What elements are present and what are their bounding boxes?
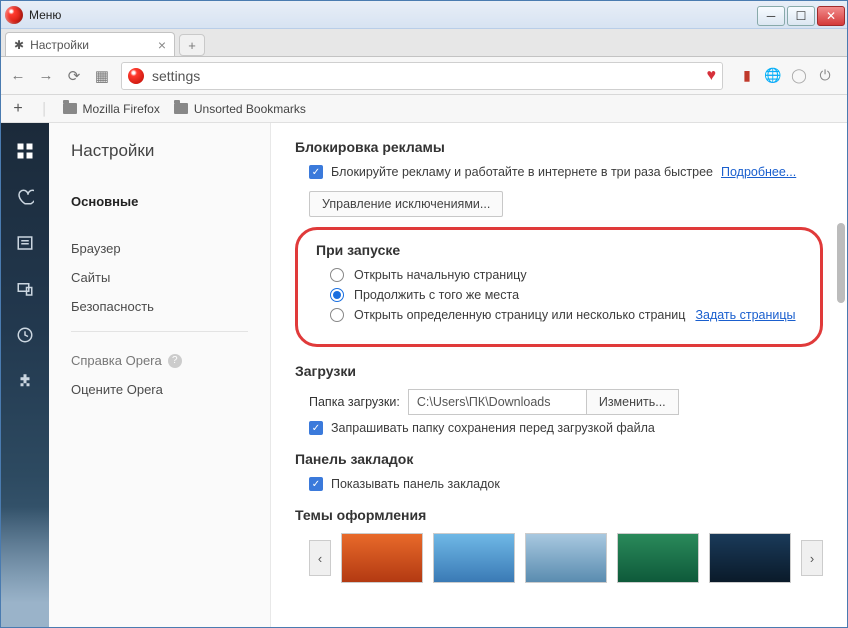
bookmarks-bar: + │ Mozilla Firefox Unsorted Bookmarks (1, 95, 847, 123)
window-titlebar: Меню ─ ☐ ✕ (1, 1, 847, 29)
adblock-more-link[interactable]: Подробнее... (721, 165, 796, 179)
adblock-checkbox-label: Блокируйте рекламу и работайте в интерне… (331, 165, 713, 179)
tab-settings[interactable]: ✱ Настройки × (5, 32, 175, 56)
bookmarks-panel-label: Показывать панель закладок (331, 477, 500, 491)
startup-section: При запуске Открыть начальную страницу П… (295, 227, 823, 347)
settings-heading: Настройки (71, 141, 248, 161)
opera-logo-icon (5, 6, 23, 24)
extension-icon-power[interactable]: ⏻ (817, 68, 833, 84)
startup-option-label: Открыть начальную страницу (354, 268, 527, 282)
folder-icon (63, 103, 77, 114)
settings-sidebar: Настройки Основные Браузер Сайты Безопас… (49, 123, 271, 627)
startup-option-label: Открыть определенную страницу или нескол… (354, 308, 685, 322)
folder-icon (174, 103, 188, 114)
theme-thumbnail[interactable] (525, 533, 607, 583)
theme-thumbnail[interactable] (617, 533, 699, 583)
startup-radio-specific[interactable] (330, 308, 344, 322)
scrollbar-thumb[interactable] (837, 223, 845, 303)
sidebar-item-sites[interactable]: Сайты (71, 263, 248, 292)
section-themes-title: Темы оформления (295, 507, 823, 523)
sidebar-item-rate[interactable]: Оцените Opera (71, 375, 248, 404)
startup-radio-continue[interactable] (330, 288, 344, 302)
downloads-ask-label: Запрашивать папку сохранения перед загру… (331, 421, 655, 435)
section-bookmarks-panel-title: Панель закладок (295, 451, 823, 467)
downloads-path-input[interactable] (408, 389, 587, 415)
startup-set-pages-link[interactable]: Задать страницы (695, 308, 795, 322)
adblock-checkbox[interactable]: ✓ (309, 165, 323, 179)
sidebar-item-help[interactable]: Справка Opera ? (71, 346, 248, 375)
add-bookmark-button[interactable]: + (9, 100, 27, 118)
tab-strip: ✱ Настройки × + (1, 29, 847, 57)
reload-button[interactable]: ⟳ (65, 67, 83, 85)
theme-thumbnail[interactable] (709, 533, 791, 583)
extension-icon-1[interactable]: ▮ (739, 68, 755, 84)
downloads-change-button[interactable]: Изменить... (587, 389, 679, 415)
section-downloads-title: Загрузки (295, 363, 823, 379)
minimize-button[interactable]: ─ (757, 6, 785, 26)
startup-option-label: Продолжить с того же места (354, 288, 519, 302)
startup-radio-homepage[interactable] (330, 268, 344, 282)
theme-thumbnail[interactable] (341, 533, 423, 583)
side-rail (1, 123, 49, 627)
close-button[interactable]: ✕ (817, 6, 845, 26)
adblock-exceptions-button[interactable]: Управление исключениями... (309, 191, 503, 217)
section-adblock-title: Блокировка рекламы (295, 139, 823, 155)
rail-history-icon[interactable] (15, 325, 35, 345)
tab-close-icon[interactable]: × (158, 37, 166, 53)
sidebar-item-basic[interactable]: Основные (71, 187, 248, 216)
new-tab-button[interactable]: + (179, 34, 205, 56)
gear-icon: ✱ (14, 38, 24, 52)
rail-speed-dial-icon[interactable] (15, 141, 35, 161)
navigation-toolbar: ← → ⟳ ▦ ♥ ▮ 🌐 ◯ ⏻ (1, 57, 847, 95)
themes-next-button[interactable]: › (801, 540, 823, 576)
forward-button[interactable]: → (37, 67, 55, 85)
maximize-button[interactable]: ☐ (787, 6, 815, 26)
rail-sync-icon[interactable] (15, 279, 35, 299)
bookmark-item[interactable]: Unsorted Bookmarks (174, 102, 306, 116)
settings-content: Блокировка рекламы ✓ Блокируйте рекламу … (271, 123, 847, 627)
rail-bookmarks-icon[interactable] (15, 187, 35, 207)
rail-news-icon[interactable] (15, 233, 35, 253)
extension-icon-globe[interactable]: 🌐 (765, 68, 781, 84)
back-button[interactable]: ← (9, 67, 27, 85)
heart-icon[interactable]: ♥ (707, 67, 717, 85)
url-input[interactable] (152, 68, 699, 84)
tab-title: Настройки (30, 38, 89, 52)
themes-prev-button[interactable]: ‹ (309, 540, 331, 576)
opera-icon (128, 68, 144, 84)
help-icon: ? (168, 354, 182, 368)
bookmark-item[interactable]: Mozilla Firefox (63, 102, 160, 116)
bookmarks-panel-checkbox[interactable]: ✓ (309, 477, 323, 491)
extension-icon-shield[interactable]: ◯ (791, 68, 807, 84)
sidebar-item-security[interactable]: Безопасность (71, 292, 248, 321)
theme-thumbnail[interactable] (433, 533, 515, 583)
rail-extensions-icon[interactable] (15, 371, 35, 391)
speed-dial-button[interactable]: ▦ (93, 67, 111, 85)
downloads-ask-checkbox[interactable]: ✓ (309, 421, 323, 435)
menu-button[interactable]: Меню (29, 8, 61, 22)
address-bar[interactable]: ♥ (121, 62, 723, 90)
downloads-path-label: Папка загрузки: (309, 395, 400, 409)
section-startup-title: При запуске (316, 242, 802, 258)
sidebar-item-browser[interactable]: Браузер (71, 234, 248, 263)
